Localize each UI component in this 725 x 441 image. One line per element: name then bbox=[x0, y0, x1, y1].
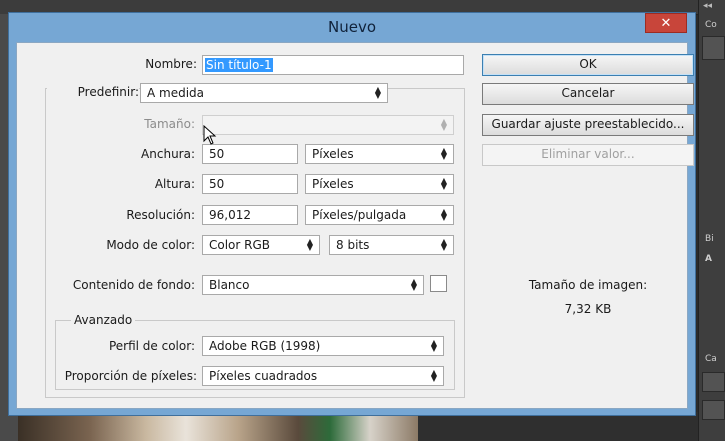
chevron-updown-icon: ▲ ▼ bbox=[306, 237, 314, 252]
right-panel-dock: Co Bi A Ca bbox=[698, 0, 725, 441]
predefinir-value: A medida bbox=[147, 86, 205, 100]
modo-color-value: Color RGB bbox=[209, 238, 271, 252]
proporcion-select[interactable]: Píxeles cuadrados ▲ ▼ bbox=[202, 366, 444, 386]
resolucion-unit-select[interactable]: Píxeles/pulgada ▲ ▼ bbox=[305, 205, 454, 225]
ok-button[interactable]: OK bbox=[482, 54, 694, 76]
bits-value: 8 bits bbox=[336, 238, 370, 252]
perfil-color-label: Perfil de color: bbox=[108, 339, 195, 353]
panel-swatch-button[interactable] bbox=[702, 36, 725, 60]
avanzado-legend: Avanzado bbox=[71, 313, 136, 327]
bits-select[interactable]: 8 bits ▲ ▼ bbox=[329, 235, 454, 255]
modo-color-select[interactable]: Color RGB ▲ ▼ bbox=[202, 235, 320, 255]
image-size-value: 7,32 KB bbox=[564, 302, 612, 316]
chevron-updown-icon: ▲ ▼ bbox=[440, 176, 448, 191]
collapse-panels-icon[interactable]: ◂◂ bbox=[703, 1, 712, 11]
cancelar-button[interactable]: Cancelar bbox=[482, 83, 694, 105]
predefinir-select[interactable]: A medida ▲ ▼ bbox=[140, 83, 388, 103]
dialog-title: Nuevo bbox=[327, 18, 376, 36]
panel-search-button[interactable] bbox=[702, 372, 725, 392]
proporcion-label: Proporción de píxeles: bbox=[64, 369, 197, 383]
resolucion-value: 96,012 bbox=[209, 208, 251, 222]
dialog-body: Nombre: Sin título-1 Predefinir: A medid… bbox=[16, 42, 694, 409]
nombre-label: Nombre: bbox=[145, 57, 197, 71]
fondo-label: Contenido de fondo: bbox=[72, 278, 195, 292]
chevron-updown-icon: ▲ ▼ bbox=[440, 117, 448, 132]
chevron-updown-icon: ▲ ▼ bbox=[440, 237, 448, 252]
panel-option-button[interactable] bbox=[702, 400, 725, 420]
fondo-select[interactable]: Blanco ▲ ▼ bbox=[202, 275, 424, 295]
chevron-updown-icon: ▲ ▼ bbox=[440, 207, 448, 222]
new-document-dialog: Nuevo ✕ Nombre: Sin título-1 Predefinir:… bbox=[8, 12, 696, 416]
dialog-titlebar[interactable]: Nuevo ✕ bbox=[9, 13, 695, 42]
panel-label-a: A bbox=[705, 254, 712, 264]
perfil-color-select[interactable]: Adobe RGB (1998) ▲ ▼ bbox=[202, 336, 444, 356]
altura-input[interactable]: 50 bbox=[202, 174, 298, 194]
tamano-select[interactable]: ▲ ▼ bbox=[202, 115, 454, 135]
chevron-updown-icon: ▲ ▼ bbox=[440, 146, 448, 161]
canvas-photo-strip bbox=[18, 412, 418, 441]
close-button[interactable]: ✕ bbox=[645, 13, 687, 33]
fondo-value: Blanco bbox=[209, 278, 250, 292]
background-color-swatch[interactable] bbox=[430, 275, 447, 292]
anchura-unit-select[interactable]: Píxeles ▲ ▼ bbox=[305, 144, 454, 164]
resolucion-label: Resolución: bbox=[126, 208, 195, 222]
nombre-value: Sin título-1 bbox=[205, 58, 273, 72]
altura-unit-select[interactable]: Píxeles ▲ ▼ bbox=[305, 174, 454, 194]
proporcion-value: Píxeles cuadrados bbox=[209, 369, 318, 383]
chevron-updown-icon: ▲ ▼ bbox=[410, 277, 418, 292]
panel-label-layers: Ca bbox=[705, 354, 717, 364]
tamano-label: Tamaño: bbox=[144, 117, 195, 131]
chevron-updown-icon: ▲ ▼ bbox=[430, 368, 438, 383]
resolucion-input[interactable]: 96,012 bbox=[202, 205, 298, 225]
canvas-dark-area bbox=[418, 412, 698, 441]
nombre-input[interactable]: Sin título-1 bbox=[202, 55, 464, 75]
image-size-label: Tamaño de imagen: bbox=[528, 278, 648, 292]
anchura-unit-value: Píxeles bbox=[312, 147, 354, 161]
anchura-label: Anchura: bbox=[141, 147, 195, 161]
panel-label-color: Co bbox=[705, 20, 717, 30]
panel-label-history: Bi bbox=[705, 234, 714, 244]
altura-value: 50 bbox=[209, 177, 225, 191]
perfil-color-value: Adobe RGB (1998) bbox=[209, 339, 321, 353]
modo-color-label: Modo de color: bbox=[106, 238, 195, 252]
anchura-input[interactable]: 50 bbox=[202, 144, 298, 164]
resolucion-unit-value: Píxeles/pulgada bbox=[312, 208, 407, 222]
guardar-preset-button[interactable]: Guardar ajuste preestablecido... bbox=[482, 114, 694, 136]
eliminar-preset-button[interactable]: Eliminar valor... bbox=[482, 144, 694, 166]
altura-label: Altura: bbox=[154, 177, 195, 191]
predefinir-label: Predefinir: bbox=[47, 85, 139, 99]
anchura-value: 50 bbox=[209, 147, 225, 161]
chevron-updown-icon: ▲ ▼ bbox=[374, 85, 382, 100]
mouse-pointer-icon bbox=[203, 125, 217, 145]
close-icon: ✕ bbox=[660, 16, 672, 31]
altura-unit-value: Píxeles bbox=[312, 177, 354, 191]
chevron-updown-icon: ▲ ▼ bbox=[430, 338, 438, 353]
